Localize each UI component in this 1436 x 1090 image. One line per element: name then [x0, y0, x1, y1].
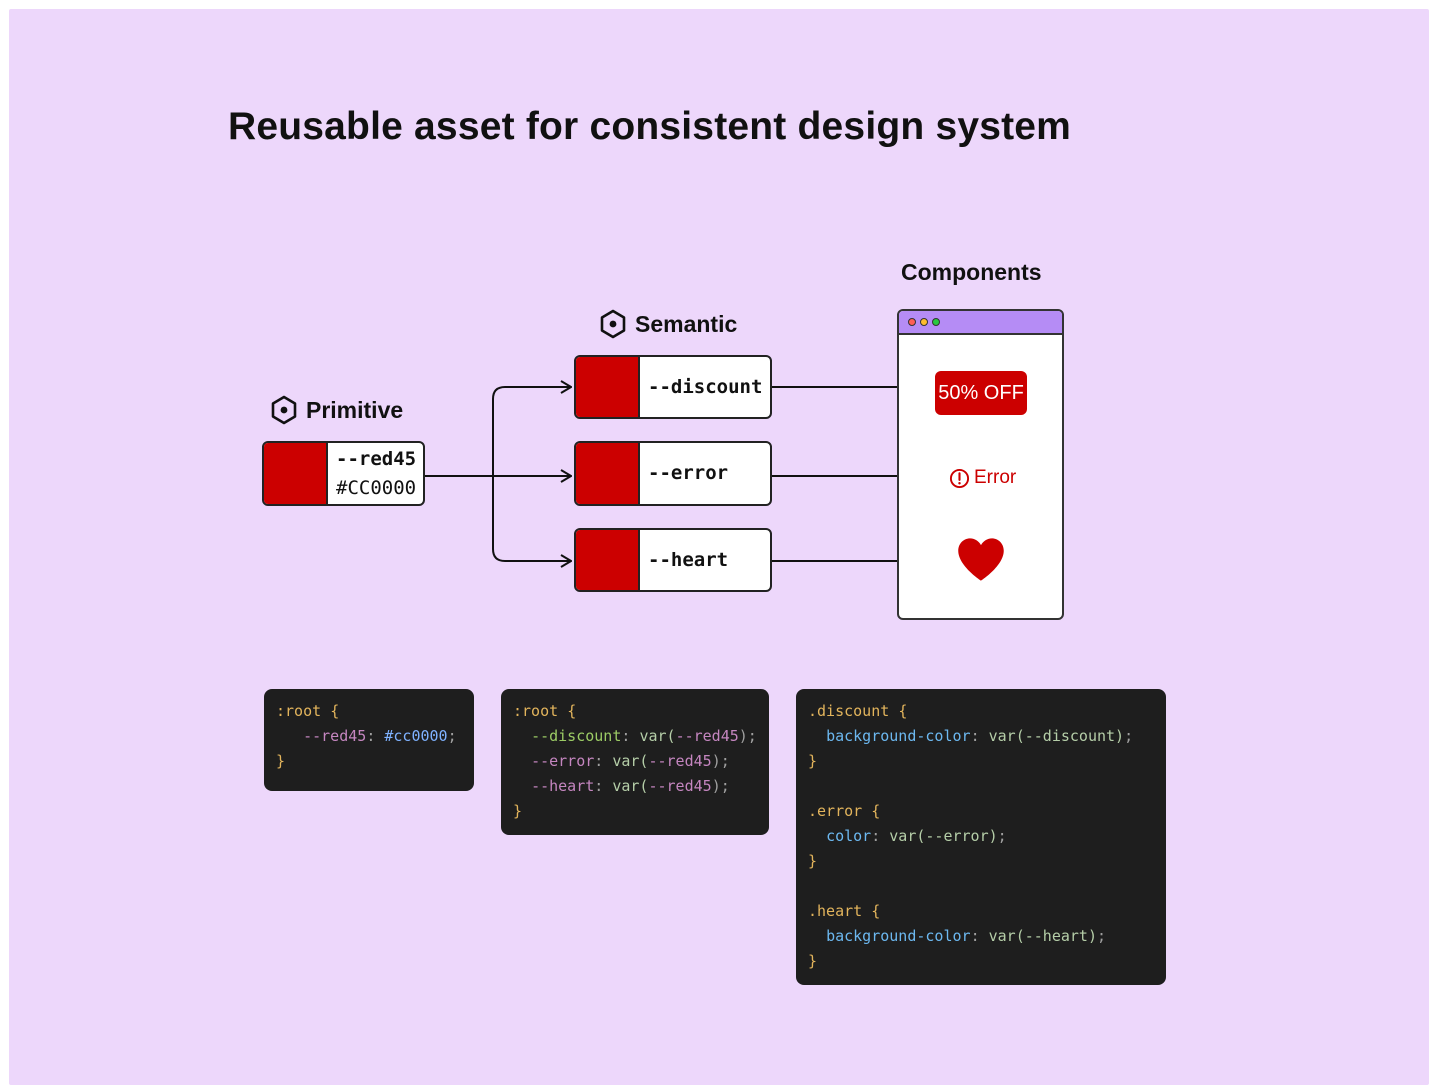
semantic-token-name: --error [648, 462, 729, 484]
arrow-primitive-to-discount [492, 387, 571, 476]
primitive-heading: Primitive [270, 395, 403, 425]
primitive-token-name: --red45 [336, 447, 417, 470]
semantic-heading: Semantic [599, 309, 737, 339]
semantic-token-name: --discount [648, 375, 763, 398]
code-block-primitive: :root { --red45: #cc0000; } [264, 689, 474, 791]
semantic-token-chip-error: --error [574, 441, 772, 506]
semantic-heading-label: Semantic [635, 310, 738, 337]
color-swatch [576, 357, 640, 417]
discount-badge: 50% OFF [935, 371, 1027, 415]
arrow-primitive-to-heart [492, 476, 571, 561]
error-message: Error [949, 467, 1016, 489]
window-title-bar [899, 311, 1062, 335]
primitive-token-chip: --red45 #CC0000 [262, 441, 425, 506]
semantic-token-chip-discount: --discount [574, 355, 772, 419]
code-block-semantic: :root { --discount: var(--red45); --erro… [501, 689, 769, 835]
components-heading: Components [901, 259, 1042, 286]
hexagon-dot-icon [271, 395, 297, 425]
window-minimize-dot [920, 318, 928, 326]
components-window: 50% OFF Error [897, 309, 1064, 620]
color-swatch [576, 530, 640, 590]
color-swatch [576, 443, 640, 504]
components-heading-label: Components [901, 259, 1042, 285]
primitive-heading-label: Primitive [306, 396, 404, 423]
semantic-token-chip-heart: --heart [574, 528, 772, 592]
heart-icon [958, 538, 1004, 581]
semantic-token-name: --heart [648, 548, 729, 571]
code-block-components: .discount { background-color: var(--disc… [796, 689, 1166, 985]
window-maximize-dot [932, 318, 940, 326]
primitive-token-hex: #CC0000 [336, 476, 417, 499]
window-close-dot [908, 318, 916, 326]
diagram-canvas: Reusable asset for consistent design sys… [9, 9, 1429, 1085]
exclamation-circle-icon [949, 468, 970, 488]
color-swatch [264, 443, 328, 504]
hexagon-dot-icon [600, 309, 626, 339]
error-label: Error [974, 467, 1017, 488]
